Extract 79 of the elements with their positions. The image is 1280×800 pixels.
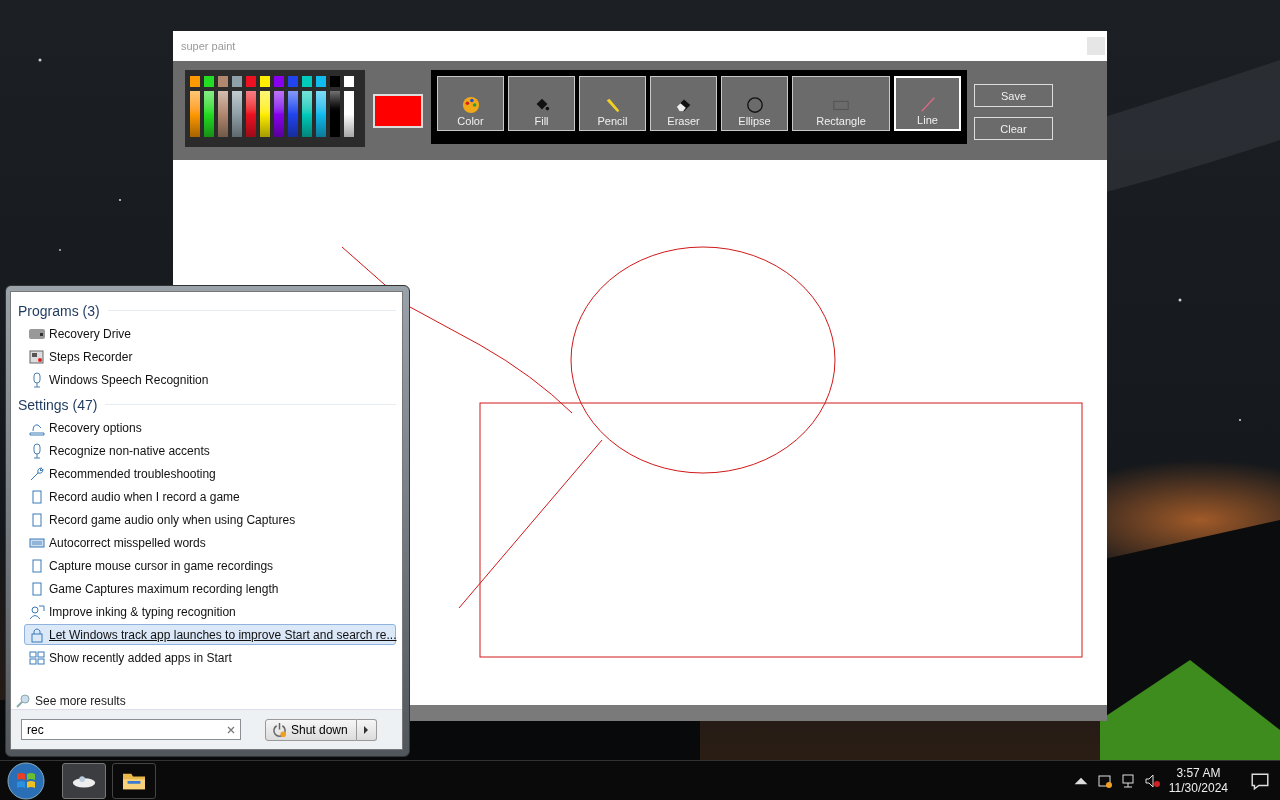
color-swatch[interactable] — [204, 76, 214, 87]
tool-button[interactable]: Ellipse — [721, 76, 788, 131]
search-result[interactable]: Let Windows track app launches to improve Start and search re... — [24, 624, 396, 645]
search-result[interactable]: Recognize non-native accents — [24, 440, 396, 461]
section-heading: Settings (47) — [18, 396, 98, 413]
clear-icon[interactable] — [227, 726, 235, 734]
line-icon — [918, 95, 937, 113]
caret-icon — [363, 725, 370, 734]
shade-strip[interactable] — [330, 91, 340, 137]
phone-icon — [29, 557, 45, 574]
palette-icon — [461, 96, 480, 114]
shade-strip[interactable] — [190, 91, 200, 137]
section-heading: Programs (3) — [18, 302, 100, 319]
color-swatch[interactable] — [316, 76, 326, 87]
color-swatch[interactable] — [302, 76, 312, 87]
tool-button[interactable]: Color — [437, 76, 504, 131]
clear-button[interactable]: Clear — [974, 117, 1053, 140]
search-result[interactable]: Record audio when I record a game — [24, 486, 396, 507]
time: 3:57 AM — [1176, 765, 1221, 781]
shade-strip[interactable] — [288, 91, 298, 137]
power-icon — [272, 722, 287, 737]
shade-strip[interactable] — [218, 91, 228, 137]
search-icon — [15, 693, 31, 709]
tiles-icon — [29, 649, 45, 666]
date: 11/30/2024 — [1168, 780, 1228, 796]
search-result[interactable]: Improve inking & typing recognition — [24, 601, 396, 622]
start-button[interactable] — [6, 760, 46, 800]
window-icon — [29, 348, 45, 365]
person-icon — [29, 603, 45, 620]
shade-strip[interactable] — [204, 91, 214, 137]
lock-icon — [29, 626, 45, 643]
save-button[interactable]: Save — [974, 84, 1053, 107]
color-swatch[interactable] — [246, 76, 256, 87]
color-swatch[interactable] — [288, 76, 298, 87]
search-result[interactable]: Show recently added apps in Start — [24, 647, 396, 668]
shade-strip[interactable] — [344, 91, 354, 137]
phone-icon — [29, 580, 45, 597]
color-swatch[interactable] — [344, 76, 354, 87]
shut-down-button[interactable]: Shut down — [265, 718, 357, 741]
search-result[interactable]: Recommended troubleshooting — [24, 463, 396, 484]
color-swatch[interactable] — [274, 76, 284, 87]
search-result[interactable]: Capture mouse cursor in game recordings — [24, 555, 396, 576]
search-result[interactable]: Record game audio only when using Captures — [24, 509, 396, 530]
search-result[interactable]: Autocorrect misspelled words — [24, 532, 396, 553]
search-field[interactable]: rec — [21, 719, 241, 740]
shade-strip[interactable] — [232, 91, 242, 137]
network-icon[interactable] — [1120, 772, 1137, 789]
color-swatch[interactable] — [330, 76, 340, 87]
monitor-icon[interactable] — [1096, 772, 1113, 789]
tool-button[interactable]: Pencil — [579, 76, 646, 131]
shade-strip[interactable] — [316, 91, 326, 137]
window-title: super paint — [181, 40, 236, 52]
phone-icon — [29, 511, 45, 528]
search-result[interactable]: Steps Recorder — [24, 346, 396, 367]
color-swatch[interactable] — [190, 76, 200, 87]
phone-icon — [29, 488, 45, 505]
search-result[interactable]: Recovery options — [24, 417, 396, 438]
tool-button[interactable]: Line — [894, 76, 961, 131]
taskbar-app[interactable] — [62, 762, 106, 799]
color-swatch[interactable] — [260, 76, 270, 87]
see-more-link[interactable]: See more results — [35, 694, 126, 708]
tool-button[interactable]: Rectangle — [792, 76, 890, 131]
color-swatch[interactable] — [232, 76, 242, 87]
shut-down-options-button[interactable] — [356, 718, 377, 741]
shade-strip[interactable] — [274, 91, 284, 137]
search-result[interactable]: Recovery Drive — [24, 323, 396, 344]
search-result[interactable]: Windows Speech Recognition — [24, 369, 396, 390]
tool-button[interactable]: Fill — [508, 76, 575, 131]
circle-icon — [745, 96, 764, 114]
color-swatch[interactable] — [218, 76, 228, 87]
wrench-icon — [29, 465, 45, 482]
shade-strip[interactable] — [260, 91, 270, 137]
shade-strip[interactable] — [302, 91, 312, 137]
clock[interactable]: 3:57 AM 11/30/2024 — [1168, 765, 1228, 796]
shade-strip[interactable] — [246, 91, 256, 137]
search-result[interactable]: Game Captures maximum recording length — [24, 578, 396, 599]
speaker-muted-icon[interactable] — [1144, 772, 1161, 789]
tool-button[interactable]: Eraser — [650, 76, 717, 131]
taskbar-app[interactable] — [112, 762, 156, 799]
